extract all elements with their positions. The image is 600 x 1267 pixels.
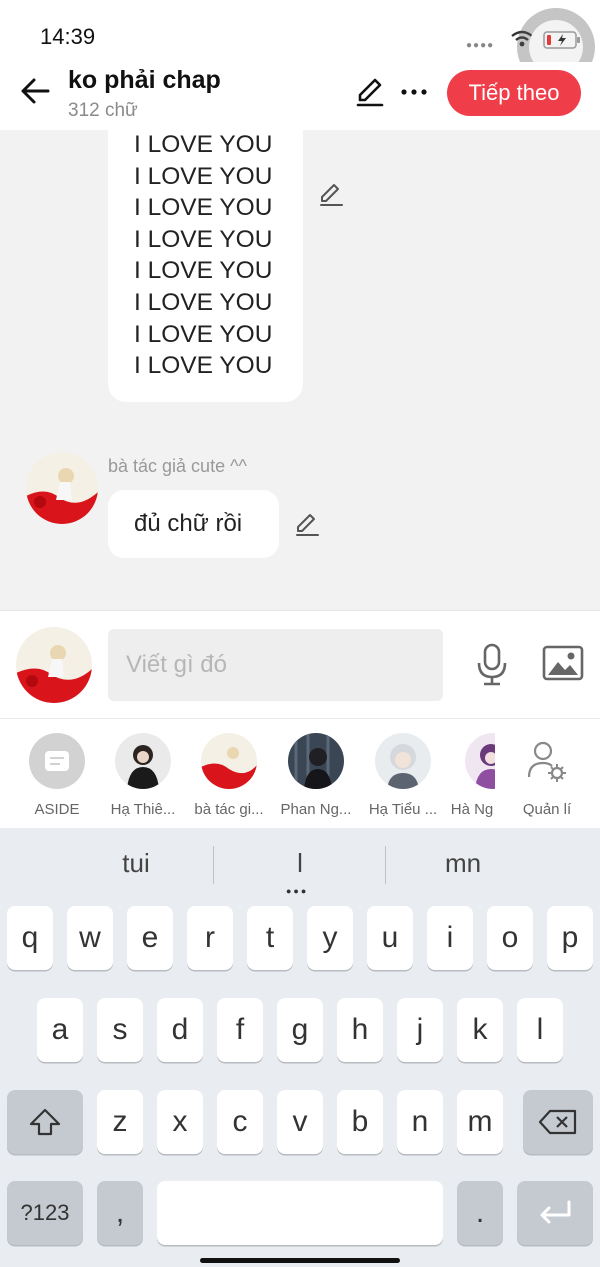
key-d[interactable]: d xyxy=(157,998,203,1062)
image-icon[interactable] xyxy=(542,645,584,681)
message-line: I LOVE YOU xyxy=(134,352,273,380)
key-s[interactable]: s xyxy=(97,998,143,1062)
top-app-bar: ko phải chap 312 chữ Tiếp theo xyxy=(0,62,600,130)
key-z[interactable]: z xyxy=(97,1090,143,1154)
shift-icon xyxy=(29,1108,61,1136)
key-u[interactable]: u xyxy=(367,906,413,970)
message-line: I LOVE YOU xyxy=(134,131,273,158)
reader-item[interactable]: Phan Ng... xyxy=(275,733,357,818)
key-w[interactable]: w xyxy=(67,906,113,970)
reader-label: Quản lí xyxy=(522,801,572,818)
key-a[interactable]: a xyxy=(37,998,83,1062)
key-i[interactable]: i xyxy=(427,906,473,970)
message-composer xyxy=(0,610,600,718)
suggestion[interactable]: mn xyxy=(393,848,533,879)
key-p[interactable]: p xyxy=(547,906,593,970)
key-b[interactable]: b xyxy=(337,1090,383,1154)
enter-key[interactable] xyxy=(517,1181,593,1245)
more-suggestions-icon[interactable]: ●●● xyxy=(286,886,308,896)
backspace-icon xyxy=(538,1109,577,1135)
key-q[interactable]: q xyxy=(7,906,53,970)
message-input[interactable] xyxy=(108,629,443,701)
sender-name: bà tác giả cute ^^ xyxy=(108,456,247,476)
message-bubble[interactable]: đủ chữ rồi xyxy=(108,490,279,558)
avatar xyxy=(375,733,431,789)
message-line: I LOVE YOU xyxy=(134,257,273,285)
period-key[interactable]: . xyxy=(457,1181,503,1245)
edit-icon[interactable] xyxy=(354,76,386,108)
message-line: I LOVE YOU xyxy=(134,320,273,348)
enter-icon xyxy=(540,1200,571,1224)
manage-readers-button[interactable]: Quản lí xyxy=(506,733,588,818)
page-title: ko phải chap xyxy=(68,66,221,94)
avatar[interactable] xyxy=(16,627,92,703)
message-line: I LOVE YOU xyxy=(134,194,273,222)
avatar xyxy=(288,733,344,789)
suggestion[interactable]: tui xyxy=(66,848,206,879)
battery-icon xyxy=(543,31,580,49)
on-screen-keyboard: tui l ●●● mn qwertyuiop asdfghjkl zxcvbn… xyxy=(0,828,600,1267)
space-key[interactable] xyxy=(157,1181,443,1245)
key-g[interactable]: g xyxy=(277,998,323,1062)
reader-strip: ASIDE Hạ Thiê... bà tác gi... Phan Ng...… xyxy=(0,718,600,828)
message-line: I LOVE YOU xyxy=(134,288,273,316)
key-o[interactable]: o xyxy=(487,906,533,970)
shift-key[interactable] xyxy=(7,1090,83,1154)
key-y[interactable]: y xyxy=(307,906,353,970)
key-j[interactable]: j xyxy=(397,998,443,1062)
reader-item[interactable]: Hạ Tiểu ... xyxy=(362,733,444,818)
edit-message-icon[interactable] xyxy=(294,512,320,538)
reader-label: Hạ Tiểu ... xyxy=(368,801,438,818)
key-c[interactable]: c xyxy=(217,1090,263,1154)
suggestion[interactable]: l xyxy=(230,848,370,879)
status-bar: 14:39 ●●●● xyxy=(0,0,600,86)
key-n[interactable]: n xyxy=(397,1090,443,1154)
status-time: 14:39 xyxy=(40,24,96,49)
message-line: I LOVE YOU xyxy=(134,225,273,253)
key-v[interactable]: v xyxy=(277,1090,323,1154)
key-e[interactable]: e xyxy=(127,906,173,970)
comma-key[interactable]: , xyxy=(97,1181,143,1245)
message-line: I LOVE YOU xyxy=(134,162,273,190)
reader-label: Hạ Thiê... xyxy=(110,801,176,818)
suggestion-bar: tui l ●●● mn xyxy=(0,828,600,896)
reader-label: Hà Ng xyxy=(450,801,494,818)
key-l[interactable]: l xyxy=(517,998,563,1062)
reader-item[interactable]: Hà Ng xyxy=(449,733,495,818)
key-f[interactable]: f xyxy=(217,998,263,1062)
key-k[interactable]: k xyxy=(457,998,503,1062)
key-h[interactable]: h xyxy=(337,998,383,1062)
key-m[interactable]: m xyxy=(457,1090,503,1154)
reader-label: bà tác gi... xyxy=(194,801,264,818)
next-button[interactable]: Tiếp theo xyxy=(447,70,581,116)
reader-aside[interactable]: ASIDE xyxy=(16,733,98,818)
word-count: 312 chữ xyxy=(68,100,138,121)
reader-item[interactable]: Hạ Thiê... xyxy=(102,733,184,818)
reader-label: ASIDE xyxy=(34,801,80,818)
key-x[interactable]: x xyxy=(157,1090,203,1154)
avatar[interactable] xyxy=(26,452,98,524)
avatar xyxy=(115,733,171,789)
reader-item[interactable]: bà tác gi... xyxy=(188,733,270,818)
backspace-key[interactable] xyxy=(523,1090,593,1154)
aside-icon xyxy=(29,733,85,789)
key-t[interactable]: t xyxy=(247,906,293,970)
back-arrow-icon[interactable] xyxy=(18,74,52,108)
chat-area[interactable]: I LOVE YOU I LOVE YOU I LOVE YOU I LOVE … xyxy=(0,130,600,610)
reader-label: Phan Ng... xyxy=(280,801,352,818)
avatar xyxy=(465,733,495,789)
microphone-icon[interactable] xyxy=(474,643,510,687)
edit-message-icon[interactable] xyxy=(318,182,344,208)
more-options-icon[interactable] xyxy=(400,76,428,108)
avatar xyxy=(201,733,257,789)
key-r[interactable]: r xyxy=(187,906,233,970)
home-indicator[interactable] xyxy=(200,1258,400,1263)
message-bubble[interactable]: I LOVE YOU I LOVE YOU I LOVE YOU I LOVE … xyxy=(108,130,303,402)
manage-user-icon xyxy=(519,733,575,789)
signal-icon: ●●●● xyxy=(466,40,495,51)
symbols-key[interactable]: ?123 xyxy=(7,1181,83,1245)
